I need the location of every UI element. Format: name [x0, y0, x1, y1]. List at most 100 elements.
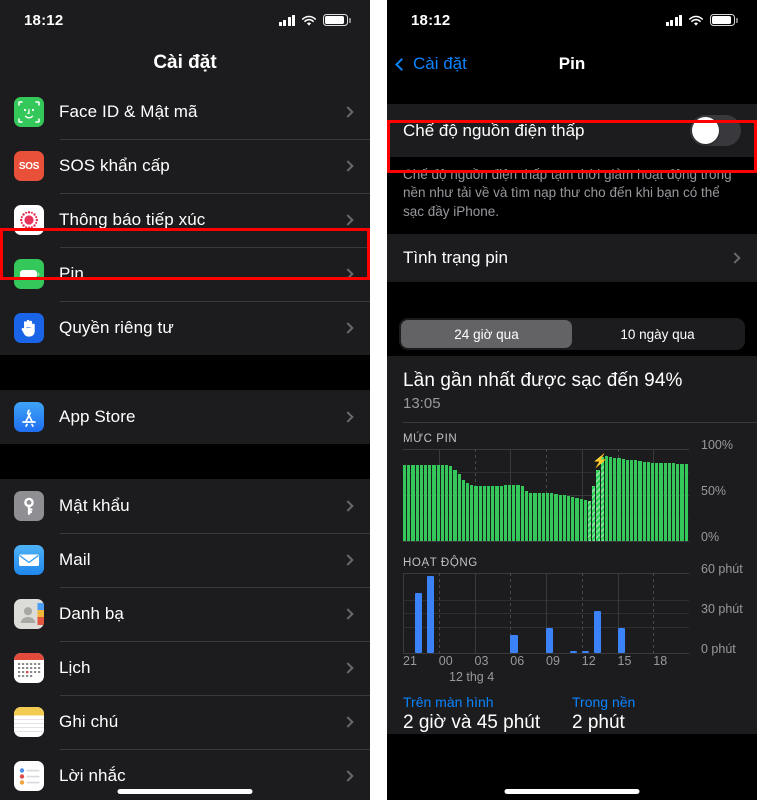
- battery-bar: [533, 492, 537, 542]
- battery-bar: [457, 474, 461, 542]
- back-button[interactable]: Cài đặt: [387, 54, 467, 74]
- low-power-mode-footnote: Chế độ nguồn điện thấp tạm thời giảm hoạ…: [387, 157, 757, 235]
- settings-row-battery[interactable]: Pin: [0, 247, 370, 301]
- settings-row-label: Quyền riêng tư: [59, 318, 174, 337]
- battery-bar: [453, 469, 457, 542]
- settings-row-label: App Store: [59, 407, 136, 426]
- x-tick-label: 18: [653, 654, 668, 669]
- settings-row-app-store[interactable]: App Store: [0, 390, 370, 444]
- battery-icon: [323, 14, 351, 26]
- cellular-bars-icon: [278, 14, 295, 26]
- status-time: 18:12: [411, 11, 451, 29]
- battery-level-chart: MỨC PIN ⚡ 100% 50% 0%: [387, 423, 757, 544]
- battery-bar: [428, 465, 432, 542]
- settings-group-1: Face ID & Mật mã SOS SOS khẩn cấp Thông …: [0, 85, 370, 355]
- status-time: 18:12: [24, 11, 64, 29]
- settings-row-passwords[interactable]: Mật khẩu: [0, 479, 370, 533]
- battery-bar: [575, 498, 579, 542]
- home-indicator: [504, 789, 640, 794]
- battery-bar: [554, 493, 558, 542]
- battery-bar: [449, 466, 453, 542]
- chevron-left-icon: [395, 57, 408, 71]
- battery-bar: [524, 490, 529, 542]
- battery-bar: [445, 465, 449, 542]
- x-tick-label: 03: [474, 654, 489, 669]
- battery-bar: [663, 463, 667, 542]
- battery-bar: [411, 465, 415, 542]
- battery-bar: [436, 465, 440, 542]
- battery-bar: [403, 465, 407, 542]
- last-charge-title: Lần gần nhất được sạc đến 94%: [403, 370, 683, 392]
- battery-bar: [579, 499, 583, 542]
- status-icons: [665, 14, 738, 26]
- battery-bar: [474, 486, 478, 542]
- battery-bar: [424, 465, 428, 542]
- chevron-right-icon: [342, 214, 354, 226]
- chevron-right-icon: [342, 554, 354, 566]
- battery-bar: [562, 495, 566, 542]
- settings-row-sos[interactable]: SOS SOS khẩn cấp: [0, 139, 370, 193]
- battery-app-icon: [14, 259, 44, 289]
- grid-line: [403, 573, 404, 654]
- battery-bar: [621, 458, 625, 542]
- battery-bar: [512, 485, 516, 542]
- battery-bar: [667, 463, 671, 542]
- low-power-mode-row[interactable]: Chế độ nguồn điện thấp: [387, 104, 757, 157]
- battery-bar: [482, 486, 487, 542]
- x-tick-label: 15: [617, 654, 632, 669]
- background-column: Trong nền 2 phút: [572, 694, 741, 734]
- settings-row-label: Danh bạ: [59, 604, 124, 623]
- chevron-right-icon: [342, 322, 354, 334]
- settings-row-mail[interactable]: Mail: [0, 533, 370, 587]
- time-range-segmented-control[interactable]: 24 giờ qua 10 ngày qua: [399, 318, 745, 351]
- settings-row-notes[interactable]: Ghi chú: [0, 695, 370, 749]
- low-power-mode-toggle[interactable]: [690, 115, 741, 146]
- battery-bar: [419, 465, 424, 542]
- activity-x-date-label: 12 thg 4: [449, 670, 495, 685]
- cellular-bars-icon: [665, 14, 682, 26]
- y-tick-label: 100%: [701, 438, 733, 453]
- settings-row-face-id[interactable]: Face ID & Mật mã: [0, 85, 370, 139]
- face-id-icon: [14, 97, 44, 127]
- battery-bar: [537, 492, 541, 542]
- battery-health-row[interactable]: Tình trạng pin: [387, 234, 757, 283]
- settings-row-exposure-notifications[interactable]: Thông báo tiếp xúc: [0, 193, 370, 247]
- settings-row-label: Lời nhắc: [59, 766, 126, 785]
- settings-row-calendar[interactable]: Lịch: [0, 641, 370, 695]
- left-phone-screen: 18:12 Cài đặt Face ID & Mật mã SOS SOS k…: [0, 0, 370, 800]
- battery-bar: [634, 460, 638, 542]
- left-nav-title: Cài đặt: [0, 40, 370, 85]
- battery-bar: [672, 463, 676, 542]
- chevron-right-icon: [342, 106, 354, 118]
- settings-row-privacy[interactable]: Quyền riêng tư: [0, 301, 370, 355]
- status-icons: [278, 14, 351, 26]
- section-spacer: [387, 282, 757, 309]
- battery-bar: [516, 485, 520, 542]
- x-tick-label: 00: [438, 654, 453, 669]
- panel-divider: [370, 0, 387, 800]
- calendar-icon: [14, 653, 44, 683]
- segment-24h[interactable]: 24 giờ qua: [401, 320, 572, 349]
- battery-bar: [461, 479, 466, 542]
- settings-row-label: Pin: [59, 264, 84, 283]
- settings-row-contacts[interactable]: Danh bạ: [0, 587, 370, 641]
- battery-bar: [508, 485, 512, 542]
- reminders-icon: [14, 761, 44, 791]
- battery-bar: [520, 486, 524, 542]
- battery-bar: [432, 465, 436, 542]
- wifi-icon: [301, 14, 317, 26]
- chevron-right-icon: [342, 500, 354, 512]
- chevron-right-icon: [342, 268, 354, 280]
- battery-level-plot: ⚡: [403, 449, 689, 543]
- settings-group-3: Mật khẩu Mail Danh bạ Lịch Ghi chú Lời n…: [0, 479, 370, 800]
- battery-bar: [415, 465, 419, 542]
- battery-bar: [676, 464, 680, 542]
- battery-bar: [680, 464, 684, 542]
- grid-line: [581, 573, 583, 654]
- last-charge-header: Lần gần nhất được sạc đến 94% 13:05: [387, 364, 757, 412]
- segment-10d[interactable]: 10 ngày qua: [572, 320, 743, 348]
- mail-icon: [14, 545, 44, 575]
- battery-bar: [583, 500, 587, 542]
- top-spacer: [387, 88, 757, 104]
- chevron-right-icon: [342, 608, 354, 620]
